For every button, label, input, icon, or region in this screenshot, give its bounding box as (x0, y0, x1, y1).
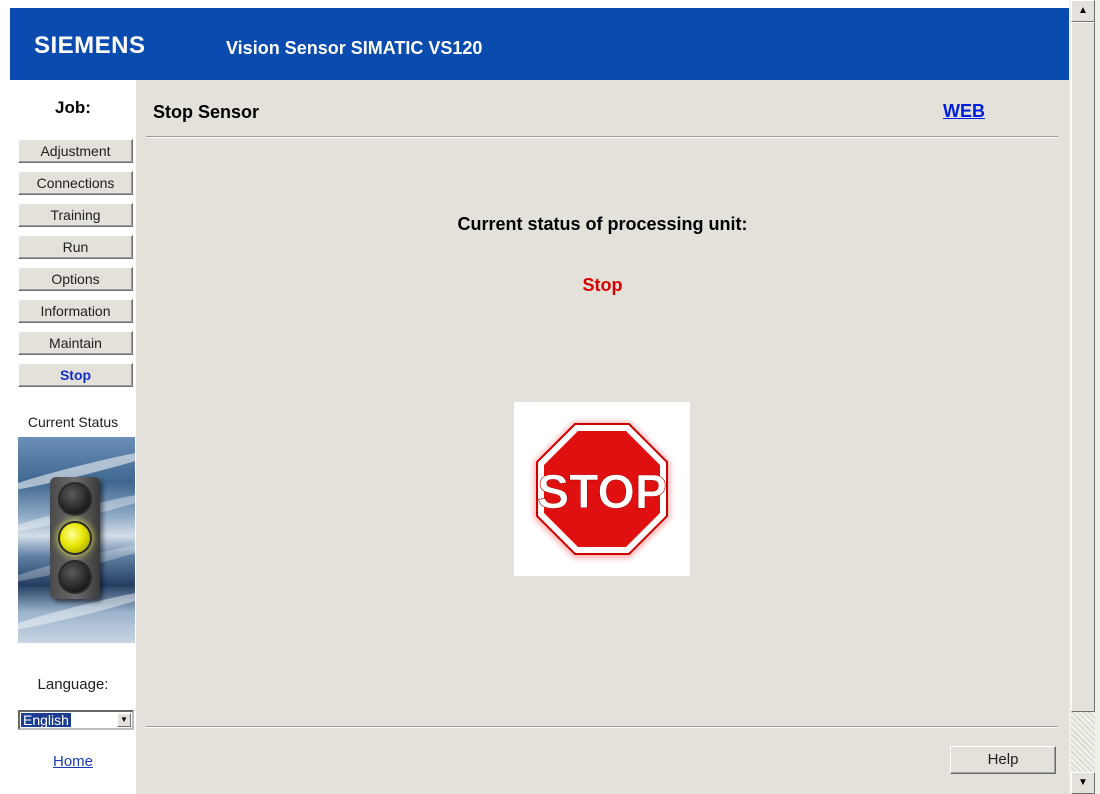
browser-page: SIEMENS Vision Sensor SIMATIC VS120 Job:… (0, 0, 1100, 794)
current-status-label: Current Status (27, 414, 119, 430)
main-panel: Stop Sensor WEB Current status of proces… (136, 80, 1069, 794)
bottom-divider (146, 726, 1058, 728)
siemens-logo: SIEMENS (34, 32, 146, 59)
green-lamp-icon (58, 560, 92, 594)
nav-button-connections[interactable]: Connections (18, 171, 133, 195)
language-selected-value: English (21, 712, 71, 728)
web-link[interactable]: WEB (943, 101, 985, 122)
dropdown-arrow-icon[interactable]: ▼ (117, 713, 131, 727)
nav-button-options[interactable]: Options (18, 267, 133, 291)
scrollbar-thumb[interactable] (1071, 22, 1095, 712)
red-lamp-icon (58, 482, 92, 516)
scroll-up-arrow-icon[interactable]: ▲ (1071, 0, 1095, 22)
stop-sign-image: STOP (514, 402, 690, 576)
yellow-lamp-icon (58, 521, 92, 555)
traffic-light-icon (18, 437, 135, 643)
job-label: Job: (55, 98, 91, 117)
language-select[interactable]: English ▼ (18, 710, 134, 730)
traffic-light-housing (50, 477, 100, 599)
home-link[interactable]: Home (10, 753, 136, 770)
status-value: Stop (582, 275, 623, 295)
product-title: Vision Sensor SIMATIC VS120 (226, 38, 483, 58)
status-heading: Current status of processing unit: (457, 214, 748, 234)
stop-sign-text: STOP (537, 466, 667, 519)
nav-button-run[interactable]: Run (18, 235, 133, 259)
scroll-down-arrow-icon[interactable]: ▼ (1071, 772, 1095, 794)
nav-button-adjustment[interactable]: Adjustment (18, 139, 133, 163)
nav-button-information[interactable]: Information (18, 299, 133, 323)
top-divider (146, 136, 1058, 138)
header-bar: SIEMENS Vision Sensor SIMATIC VS120 (10, 8, 1069, 80)
vertical-scrollbar[interactable]: ▲ ▼ (1069, 0, 1100, 794)
nav-button-training[interactable]: Training (18, 203, 133, 227)
language-label: Language: (37, 676, 109, 693)
sidebar: Job: Adjustment Connections Training Run… (10, 80, 136, 794)
nav-button-maintain[interactable]: Maintain (18, 331, 133, 355)
nav-button-stop[interactable]: Stop (18, 363, 133, 387)
stop-sign-icon: STOP (534, 422, 670, 558)
page-title: Stop Sensor (153, 102, 260, 122)
help-button[interactable]: Help (950, 746, 1056, 774)
